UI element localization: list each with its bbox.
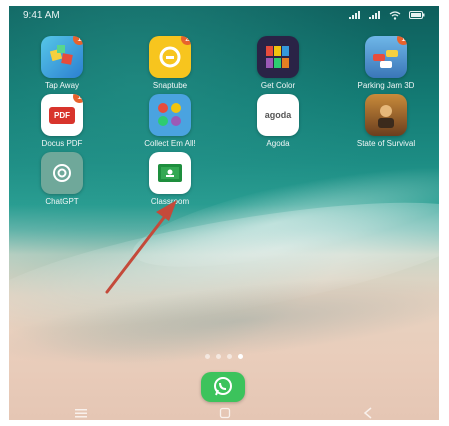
notification-badge: 1 bbox=[73, 94, 83, 103]
status-icons bbox=[349, 10, 425, 20]
app-label: Classroom bbox=[150, 197, 190, 206]
agoda-icon: agoda bbox=[257, 94, 299, 136]
page-indicator[interactable] bbox=[9, 354, 439, 359]
parking-jam-icon: 1 bbox=[365, 36, 407, 78]
battery-icon bbox=[409, 11, 425, 19]
dock bbox=[201, 372, 245, 402]
app-label: Get Color bbox=[260, 81, 296, 90]
agoda-logo: agoda bbox=[264, 110, 292, 120]
app-state-of-survival[interactable]: State of Survival bbox=[343, 94, 429, 148]
app-label: State of Survival bbox=[356, 139, 416, 148]
app-collect-em-all[interactable]: Collect Em All! bbox=[127, 94, 213, 148]
signal-icon bbox=[349, 11, 360, 19]
classroom-icon bbox=[149, 152, 191, 194]
status-time: 9:41 AM bbox=[23, 9, 60, 21]
back-icon[interactable] bbox=[363, 407, 373, 419]
home-icon[interactable] bbox=[219, 407, 231, 419]
signal-icon bbox=[369, 11, 380, 19]
snaptube-icon: 2 bbox=[149, 36, 191, 78]
get-color-icon bbox=[257, 36, 299, 78]
page-dot[interactable] bbox=[227, 354, 232, 359]
app-label: Parking Jam 3D bbox=[357, 81, 415, 90]
whatsapp-icon bbox=[214, 377, 232, 396]
app-label: Docus PDF bbox=[41, 139, 83, 148]
menu-icon[interactable] bbox=[75, 408, 87, 418]
app-label: Tap Away bbox=[44, 81, 80, 90]
page-dot[interactable] bbox=[216, 354, 221, 359]
app-classroom[interactable]: Classroom bbox=[127, 152, 213, 206]
app-label: Agoda bbox=[266, 139, 290, 148]
page-dot[interactable] bbox=[205, 354, 210, 359]
phone-screenshot-frame: 9:41 AM 1 Tap Away 2 Snaptube Get Color … bbox=[0, 0, 449, 426]
wifi-icon bbox=[389, 10, 401, 20]
app-snaptube[interactable]: 2 Snaptube bbox=[127, 36, 213, 90]
state-of-survival-icon bbox=[365, 94, 407, 136]
chatgpt-icon bbox=[41, 152, 83, 194]
app-tap-away[interactable]: 1 Tap Away bbox=[19, 36, 105, 90]
pdf-icon: PDF 1 bbox=[41, 94, 83, 136]
app-label: Collect Em All! bbox=[144, 139, 196, 148]
app-get-color[interactable]: Get Color bbox=[235, 36, 321, 90]
status-bar: 9:41 AM bbox=[9, 6, 439, 24]
app-chatgpt[interactable]: ChatGPT bbox=[19, 152, 105, 206]
app-label: ChatGPT bbox=[45, 197, 79, 206]
pdf-logo: PDF bbox=[49, 106, 75, 124]
app-parking-jam[interactable]: 1 Parking Jam 3D bbox=[343, 36, 429, 90]
app-label: Snaptube bbox=[152, 81, 188, 90]
tap-away-icon: 1 bbox=[41, 36, 83, 78]
app-docus-pdf[interactable]: PDF 1 Docus PDF bbox=[19, 94, 105, 148]
navigation-bar bbox=[9, 406, 439, 420]
app-agoda[interactable]: agoda Agoda bbox=[235, 94, 321, 148]
whatsapp-app[interactable] bbox=[201, 372, 245, 402]
home-screen: 9:41 AM 1 Tap Away 2 Snaptube Get Color … bbox=[9, 6, 439, 420]
collect-em-all-icon bbox=[149, 94, 191, 136]
page-dot-active[interactable] bbox=[238, 354, 243, 359]
